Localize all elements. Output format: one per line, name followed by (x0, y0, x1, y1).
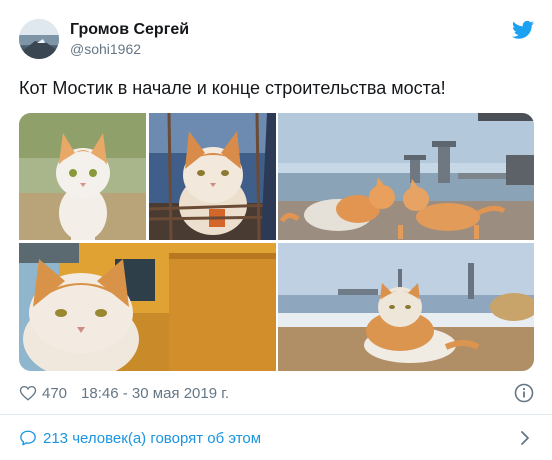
photo-kitten-grass[interactable] (19, 113, 146, 240)
photo-two-cats-bridge[interactable] (278, 113, 534, 240)
avatar[interactable] (19, 19, 59, 59)
divider (0, 414, 552, 415)
photo-cat-shore[interactable] (278, 243, 534, 371)
timestamp[interactable]: 18:46 - 30 мая 2019 г. (81, 385, 229, 402)
tweet-text: Кот Мостик в начале и конце строительств… (19, 78, 446, 98)
media-grid (19, 113, 534, 371)
speech-bubble-icon (20, 430, 36, 446)
tweet-card: Громов Сергей @sohi1962 Кот Мостик в нач… (0, 0, 552, 460)
like-count[interactable]: 470 (42, 385, 67, 402)
info-icon[interactable] (514, 383, 534, 403)
conversation-label: 213 человек(а) говорят об этом (43, 429, 262, 447)
author-name[interactable]: Громов Сергей (70, 21, 189, 39)
photo-cat-rebar[interactable] (149, 113, 276, 240)
heart-icon[interactable] (19, 384, 37, 402)
twitter-bird-icon[interactable] (512, 20, 534, 40)
chevron-right-icon[interactable] (518, 430, 532, 446)
photo-cat-truck[interactable] (19, 243, 276, 371)
conversation-link[interactable]: 213 человек(а) говорят об этом (19, 427, 534, 449)
tweet-stats: 470 18:46 - 30 мая 2019 г. (19, 383, 229, 403)
author-handle[interactable]: @sohi1962 (70, 41, 141, 57)
